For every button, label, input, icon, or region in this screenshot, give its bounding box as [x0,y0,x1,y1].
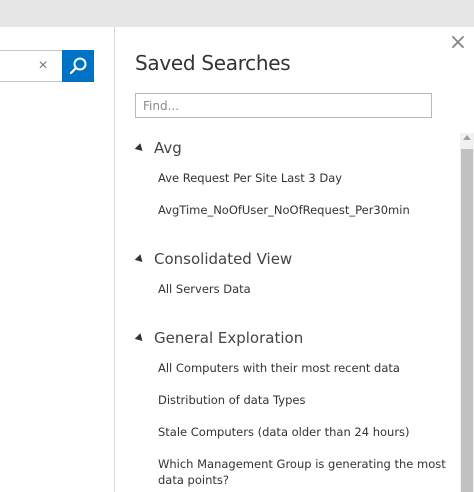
saved-search-item[interactable]: Which Management Group is generating the… [158,456,448,488]
search-button[interactable] [62,50,94,82]
panel-title: Saved Searches [135,51,291,75]
saved-search-item[interactable]: All Computers with their most recent dat… [158,360,448,376]
group-header-general-exploration[interactable]: General Exploration [134,327,304,349]
scroll-up-arrow-icon[interactable] [463,135,471,140]
group-label: Avg [154,139,182,157]
saved-search-item[interactable]: AvgTime_NoOfUser_NoOfRequest_Per30min [158,202,448,218]
saved-search-item[interactable]: Ave Request Per Site Last 3 Day [158,170,448,186]
group-header-avg[interactable]: Avg [134,137,182,159]
search-input[interactable]: × [0,50,62,82]
saved-searches-panel: × Saved Searches Avg Ave Request Per Sit… [116,27,474,492]
vertical-scrollbar[interactable] [460,133,474,492]
saved-search-item[interactable]: Distribution of data Types [158,392,448,408]
group-label: Consolidated View [154,250,293,268]
clear-search-icon[interactable]: × [35,58,51,74]
saved-searches-list: Avg Ave Request Per Site Last 3 Day AvgT… [116,133,474,492]
collapse-triangle-icon[interactable] [134,333,146,344]
collapse-triangle-icon[interactable] [134,254,146,265]
left-pane: × [0,27,115,492]
search-icon [69,57,87,75]
group-header-consolidated-view[interactable]: Consolidated View [134,248,293,270]
find-input[interactable] [135,93,432,118]
saved-search-item[interactable]: All Servers Data [158,281,448,297]
close-panel-button[interactable]: × [448,32,468,54]
saved-search-item[interactable]: Stale Computers (data older than 24 hour… [158,424,448,440]
scrollbar-thumb[interactable] [461,149,473,492]
group-label: General Exploration [154,329,304,347]
collapse-triangle-icon[interactable] [134,143,146,154]
top-bar [0,0,474,27]
